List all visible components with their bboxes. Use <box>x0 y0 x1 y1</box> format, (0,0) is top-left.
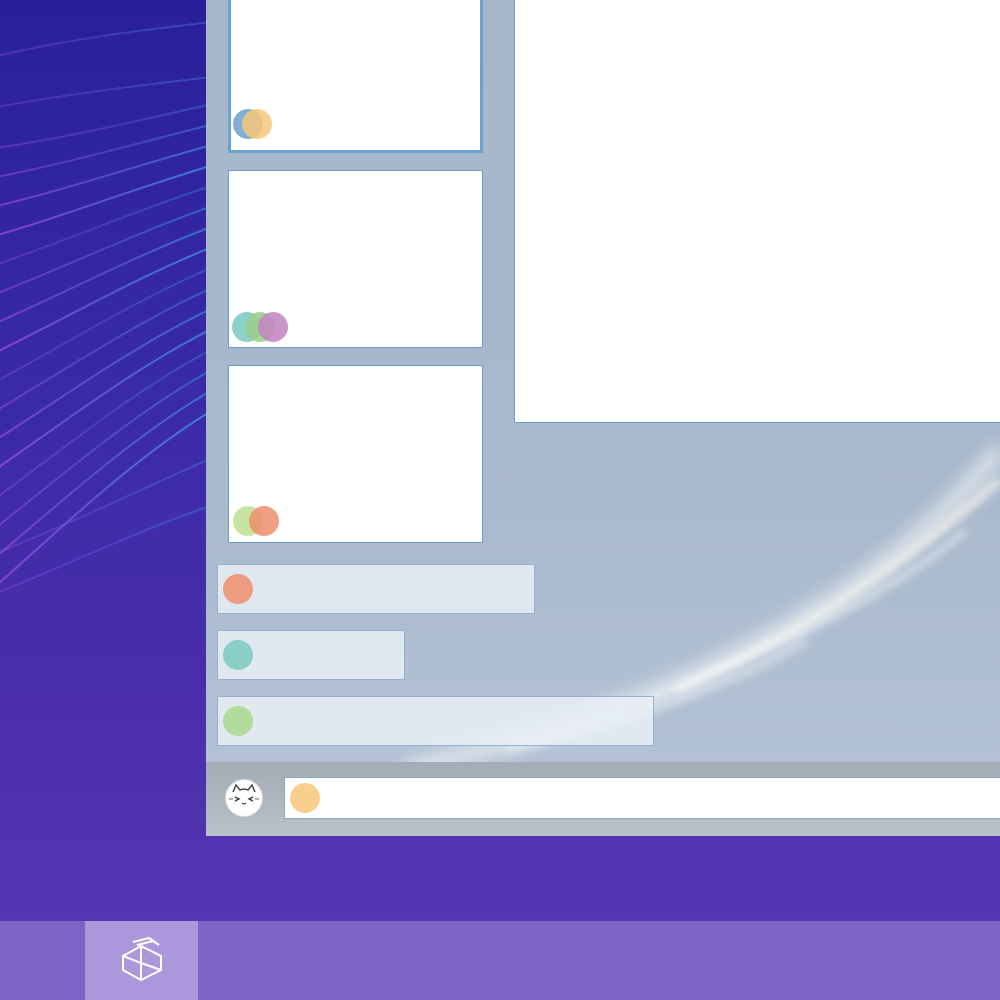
wallpaper-wave-line <box>0 179 231 265</box>
wallpaper-wave-line <box>0 19 231 57</box>
participant-dot <box>249 506 279 536</box>
wallpaper-wave-line <box>0 379 231 555</box>
message-bubble[interactable] <box>217 630 405 680</box>
cat-face-icon[interactable] <box>225 779 263 817</box>
cube-stack-icon <box>121 936 162 981</box>
wallpaper-wave-line <box>0 299 231 439</box>
message-input[interactable] <box>284 777 1000 819</box>
message-bubble[interactable] <box>217 696 654 746</box>
emoji-dot[interactable] <box>290 783 320 813</box>
participant-dot <box>242 109 272 139</box>
wallpaper-wave-line <box>0 74 231 108</box>
conversation-thumbnail-3[interactable] <box>228 365 483 543</box>
wallpaper-wave-line <box>0 99 231 149</box>
conversation-preview-pane <box>514 0 1000 423</box>
wallpaper-wave-line <box>0 339 231 497</box>
wallpaper-wave-line <box>0 139 231 207</box>
taskbar-app-button[interactable] <box>85 921 198 1000</box>
taskbar <box>0 921 1000 1000</box>
wallpaper-wave-line <box>0 159 231 236</box>
desktop <box>0 0 1000 1000</box>
conversation-thumbnail-2[interactable] <box>228 170 483 348</box>
wallpaper-wave-line <box>0 399 231 584</box>
chat-app-window <box>206 0 1000 836</box>
conversation-thumbnail-1[interactable] <box>228 0 483 153</box>
sender-dot <box>223 640 253 670</box>
message-bubble[interactable] <box>217 564 535 614</box>
wallpaper-wave-line <box>0 239 231 352</box>
sender-dot <box>223 574 253 604</box>
message-input-bar <box>206 762 1000 836</box>
participant-dot <box>258 312 288 342</box>
sender-dot <box>223 706 253 736</box>
wallpaper-wave-line <box>0 259 231 381</box>
